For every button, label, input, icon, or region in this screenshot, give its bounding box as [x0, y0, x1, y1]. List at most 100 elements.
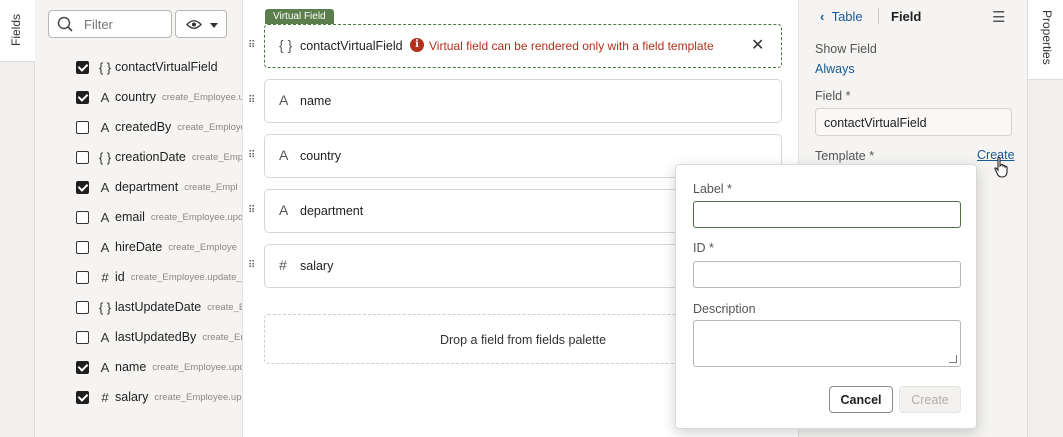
virtual-field-name: contactVirtualField	[300, 39, 403, 53]
right-tab-strip: Properties	[1027, 0, 1063, 437]
breadcrumb-back-table[interactable]: ‹ Table	[820, 9, 863, 24]
template-label: Template *	[815, 149, 875, 163]
palette-field-row[interactable]: Aname create_Employee.upd	[76, 352, 242, 382]
palette-field-row[interactable]: AcreatedBy create_Employe	[76, 112, 242, 142]
field-source: create_Employee.upd	[150, 211, 242, 223]
filter-input[interactable]	[84, 15, 168, 33]
drag-handle-icon[interactable]: ⠿	[248, 260, 255, 271]
field-name: salary	[115, 390, 149, 404]
palette-field-row[interactable]: AhireDate create_Employe	[76, 232, 242, 262]
field-type-icon: #	[101, 269, 109, 285]
field-source: create_Emp	[191, 151, 242, 163]
eye-icon	[186, 20, 202, 29]
cancel-button[interactable]: Cancel	[829, 386, 893, 413]
field-checkbox[interactable]	[76, 210, 89, 224]
breadcrumb-table-label: Table	[831, 9, 863, 24]
field-value-display[interactable]: contactVirtualField	[815, 108, 1012, 136]
drag-handle-icon[interactable]: ⠿	[248, 40, 255, 51]
field-name: name	[115, 360, 147, 374]
palette-field-row[interactable]: AlastUpdatedBy create_En	[76, 322, 242, 352]
chevron-left-icon: ‹	[820, 9, 825, 24]
error-icon: i	[410, 38, 424, 52]
palette-field-row[interactable]: { } contactVirtualField	[76, 52, 242, 82]
field-card[interactable]: Aname	[264, 79, 782, 123]
field-name: createdBy	[115, 120, 172, 134]
view-options-button[interactable]	[175, 10, 227, 38]
tab-fields[interactable]: Fields	[0, 0, 35, 62]
field-type-icon: A	[100, 239, 110, 255]
hand-cursor-icon	[994, 156, 1008, 178]
palette-field-row[interactable]: # salary create_Employee.up	[76, 382, 242, 412]
popup-label-label: Label *	[693, 182, 732, 196]
field-type-icon: { }	[98, 149, 112, 165]
create-button[interactable]: Create	[899, 386, 961, 413]
resize-grip-icon[interactable]	[949, 355, 957, 363]
palette-field-row[interactable]: Adepartment create_Empl	[76, 172, 242, 202]
field-checkbox[interactable]	[76, 150, 89, 164]
chevron-down-icon	[210, 23, 218, 28]
virtual-field-card[interactable]: { } contactVirtualField i Virtual field …	[264, 24, 782, 68]
popup-description-textarea[interactable]	[693, 320, 961, 367]
create-template-popup: Label * ID * Description Cancel Create	[675, 164, 977, 429]
field-type-icon: A	[279, 92, 289, 108]
close-icon[interactable]: ✕	[751, 35, 764, 55]
field-name: email	[115, 210, 145, 224]
field-checkbox[interactable]	[76, 360, 89, 374]
tab-fields-label: Fields	[9, 13, 23, 46]
field-type-icon: { }	[98, 59, 112, 75]
field-source: create_Empl	[184, 181, 238, 193]
field-source: create_Employe	[177, 121, 242, 133]
field-name: contactVirtualField	[115, 60, 218, 74]
field-label: Field *	[815, 89, 851, 103]
field-checkbox[interactable]	[76, 180, 89, 194]
show-field-label: Show Field	[815, 42, 877, 56]
field-type-icon: #	[279, 257, 287, 273]
field-card-name: salary	[300, 259, 334, 273]
field-source: create_E	[207, 301, 242, 313]
field-type-icon: A	[100, 209, 110, 225]
field-type-icon: A	[100, 119, 110, 135]
breadcrumb-current: Field	[891, 9, 922, 24]
palette-field-row[interactable]: { } creationDate create_Emp	[76, 142, 242, 172]
tab-properties-label: Properties	[1040, 10, 1054, 65]
field-checkbox[interactable]	[76, 60, 89, 74]
field-checkbox[interactable]	[76, 120, 89, 134]
field-type-icon: A	[100, 329, 110, 345]
field-type-icon: A	[279, 202, 289, 218]
virtual-field-badge: Virtual Field	[265, 9, 334, 24]
popup-description-label: Description	[693, 302, 756, 316]
field-source: create_Employee.update_	[130, 271, 242, 283]
popup-label-input[interactable]	[693, 201, 961, 228]
field-type-icon: #	[101, 389, 109, 405]
search-icon	[57, 16, 73, 32]
field-checkbox[interactable]	[76, 300, 89, 314]
drag-handle-icon[interactable]: ⠿	[248, 95, 255, 106]
drag-handle-icon[interactable]: ⠿	[248, 205, 255, 216]
field-checkbox[interactable]	[76, 390, 89, 404]
drag-handle-icon[interactable]: ⠿	[248, 150, 255, 161]
palette-field-row[interactable]: Aemail create_Employee.upd	[76, 202, 242, 232]
field-card-name: name	[300, 94, 332, 108]
palette-field-row[interactable]: # id create_Employee.update_	[76, 262, 242, 292]
breadcrumb-divider	[878, 8, 879, 24]
tab-properties[interactable]: Properties	[1028, 0, 1063, 80]
field-checkbox[interactable]	[76, 90, 89, 104]
popup-id-input[interactable]	[693, 261, 961, 288]
field-checkbox[interactable]	[76, 270, 89, 284]
left-tab-strip: Fields	[0, 0, 35, 437]
fields-list: { } contactVirtualField Acountry create_Emp…	[76, 52, 242, 412]
show-field-value-link[interactable]: Always	[815, 62, 855, 76]
field-checkbox[interactable]	[76, 330, 89, 344]
palette-field-row[interactable]: Acountry create_Employee.u	[76, 82, 242, 112]
filter-field[interactable]	[48, 10, 172, 38]
object-type-icon: { }	[279, 37, 293, 53]
menu-icon[interactable]: ☰	[992, 8, 1005, 26]
field-name: department	[115, 180, 179, 194]
field-source: create_En	[202, 331, 242, 343]
field-source: create_Employee.u	[162, 91, 242, 103]
field-source: create_Employe	[168, 241, 237, 253]
field-type-icon: A	[100, 89, 110, 105]
field-checkbox[interactable]	[76, 240, 89, 254]
palette-field-row[interactable]: { } lastUpdateDate create_E	[76, 292, 242, 322]
field-type-icon: A	[279, 147, 289, 163]
